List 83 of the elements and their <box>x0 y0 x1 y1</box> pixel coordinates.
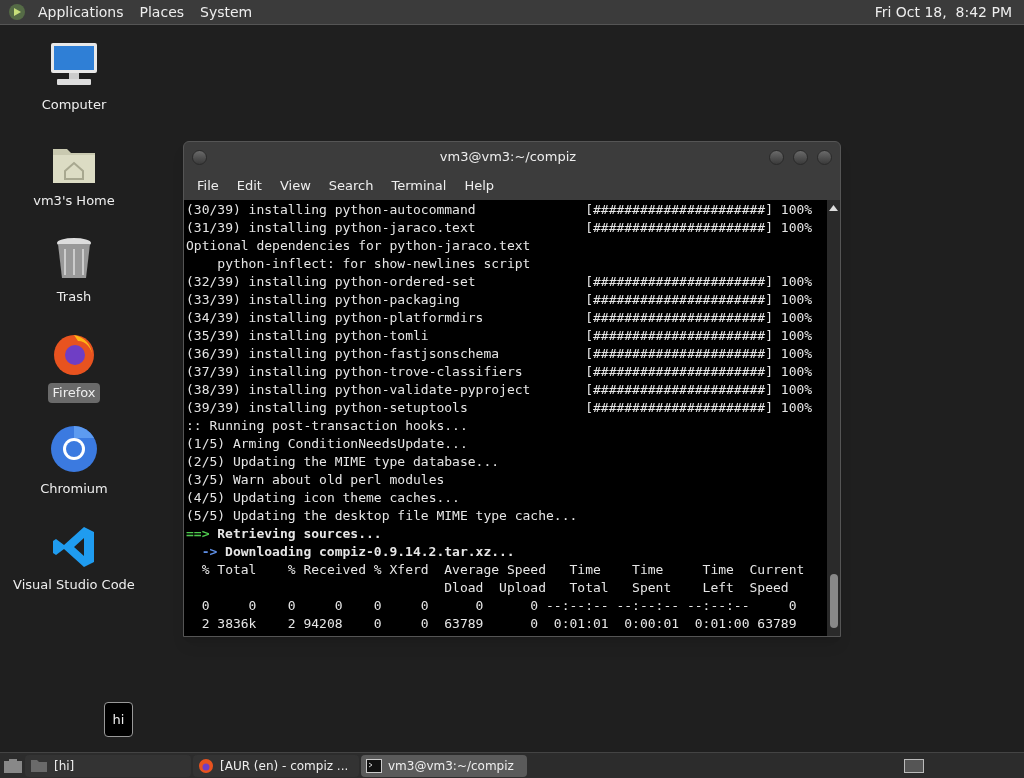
desktop-icon-label[interactable]: Chromium <box>36 479 112 499</box>
terminal-line: (1/5) Arming ConditionNeedsUpdate... <box>186 435 468 453</box>
terminal-line: (34/39) installing python-platformdirs <box>186 309 485 327</box>
terminal-line: (33/39) installing python-packaging <box>186 291 461 309</box>
menu-item[interactable]: Search <box>319 176 383 196</box>
terminal-line: (37/39) installing python-trove-classifiers <box>186 363 524 381</box>
menu-item[interactable]: Edit <box>227 176 271 196</box>
window-button[interactable] <box>817 149 832 165</box>
menu-item[interactable]: Help <box>455 176 504 196</box>
progress-bar-text: [######################] <box>585 345 773 363</box>
percent-text: 100% <box>780 363 813 381</box>
terminal-line: (32/39) installing python-ordered-set <box>186 273 477 291</box>
arrow-marker: -> <box>201 543 218 561</box>
terminal-line: 2 3836k 2 94208 0 0 63789 0 0:01:01 0:00:01 0:01:00 63789 <box>200 615 797 633</box>
menu-item[interactable]: View <box>270 176 320 196</box>
show-desktop-icon[interactable] <box>3 757 23 774</box>
terminal-line: (31/39) installing python-jaraco.text <box>186 219 477 237</box>
percent-text: 100% <box>780 201 813 219</box>
percent-text: 100% <box>780 309 813 327</box>
progress-bar-text: [######################] <box>585 327 773 345</box>
percent-text: 100% <box>780 381 813 399</box>
folder-icon <box>30 758 48 773</box>
panel-menu[interactable]: Places <box>135 1 189 23</box>
percent-text: 100% <box>780 345 813 363</box>
terminal-line: Optional dependencies for python-jaraco.text <box>186 237 531 255</box>
progress-bar-text: [######################] <box>585 273 773 291</box>
terminal-line: Dload Upload Total Spent Left Speed <box>443 579 789 597</box>
desktop-icon-label[interactable]: Visual Studio Code <box>9 575 139 595</box>
terminal-line: % Total % Received % Xferd Average Speed Time Time Time Current <box>200 561 805 579</box>
terminal-line: Downloading compiz-0.9.14.2.tar.xz... <box>225 543 515 561</box>
terminal-line: (3/5) Warn about old perl modules <box>186 471 445 489</box>
tooltip: hi <box>104 702 133 737</box>
percent-text: 100% <box>780 273 813 291</box>
terminal-icon <box>366 758 382 773</box>
progress-bar-text: [######################] <box>585 399 773 417</box>
menu-logo-icon[interactable] <box>8 3 26 21</box>
menu-item[interactable]: Terminal <box>382 176 456 196</box>
workspace-switcher[interactable] <box>904 758 924 773</box>
clock[interactable]: Fri Oct 18, 8:42 PM <box>874 1 1016 23</box>
scroll-up-icon[interactable] <box>829 204 838 212</box>
terminal-line: (30/39) installing python-autocommand <box>186 201 477 219</box>
percent-text: 100% <box>780 399 813 417</box>
prompt-marker: ==> <box>186 525 210 543</box>
panel-menu[interactable]: System <box>196 1 257 23</box>
terminal-line: (38/39) installing python-validate-pyproject <box>186 381 532 399</box>
terminal-line: (36/39) installing python-fastjsonschema <box>186 345 501 363</box>
terminal-line: (39/39) installing python-setuptools <box>186 399 469 417</box>
taskbar-button[interactable]: [AUR (en) - compiz ... <box>193 754 359 777</box>
terminal-line: (2/5) Updating the MIME type database... <box>186 453 500 471</box>
desktop-icon-label[interactable]: vm3's Home <box>29 191 119 211</box>
percent-text: 100% <box>780 327 813 345</box>
terminal-line: :: Running post-transaction hooks... <box>186 417 468 435</box>
terminal-line: (35/39) installing python-tomli <box>186 327 430 345</box>
scroll-thumb[interactable] <box>829 574 838 628</box>
terminal-line: 0 0 0 0 0 0 0 0 --:--:-- --:--:-- --:--:-- 0 <box>200 597 797 615</box>
desktop-icon-label[interactable]: Trash <box>52 287 96 307</box>
percent-text: 100% <box>780 219 813 237</box>
window-title: vm3@vm3:~/compiz <box>439 148 577 167</box>
desktop-icon-label[interactable]: Computer <box>37 95 111 115</box>
terminal-line: Retrieving sources... <box>217 525 382 543</box>
vscode-icon <box>52 525 96 569</box>
taskbar-button[interactable]: vm3@vm3:~/compiz <box>361 754 527 777</box>
terminal-line: (4/5) Updating icon theme caches... <box>186 489 460 507</box>
firefox-icon <box>198 757 214 774</box>
terminal-line: (5/5) Updating the desktop file MIME type cache... <box>186 507 578 525</box>
progress-bar-text: [######################] <box>585 309 773 327</box>
scrollbar[interactable] <box>827 200 840 636</box>
menu-item[interactable]: File <box>188 176 228 196</box>
progress-bar-text: [######################] <box>585 219 773 237</box>
taskbar-button[interactable]: [hi] <box>25 754 191 777</box>
percent-text: 100% <box>780 291 813 309</box>
progress-bar-text: [######################] <box>585 363 773 381</box>
window-button[interactable] <box>793 149 808 165</box>
terminal-line: python-inflect: for show-newlines script <box>216 255 531 273</box>
panel-menu[interactable]: Applications <box>34 1 128 23</box>
desktop-icon-label[interactable]: Firefox <box>48 383 100 403</box>
window-button[interactable] <box>769 149 784 165</box>
window-button[interactable] <box>192 149 207 165</box>
chromium-icon <box>50 425 98 473</box>
progress-bar-text: [######################] <box>585 381 773 399</box>
progress-bar-text: [######################] <box>585 291 773 309</box>
trash-icon <box>55 237 93 281</box>
progress-bar-text: [######################] <box>585 201 773 219</box>
